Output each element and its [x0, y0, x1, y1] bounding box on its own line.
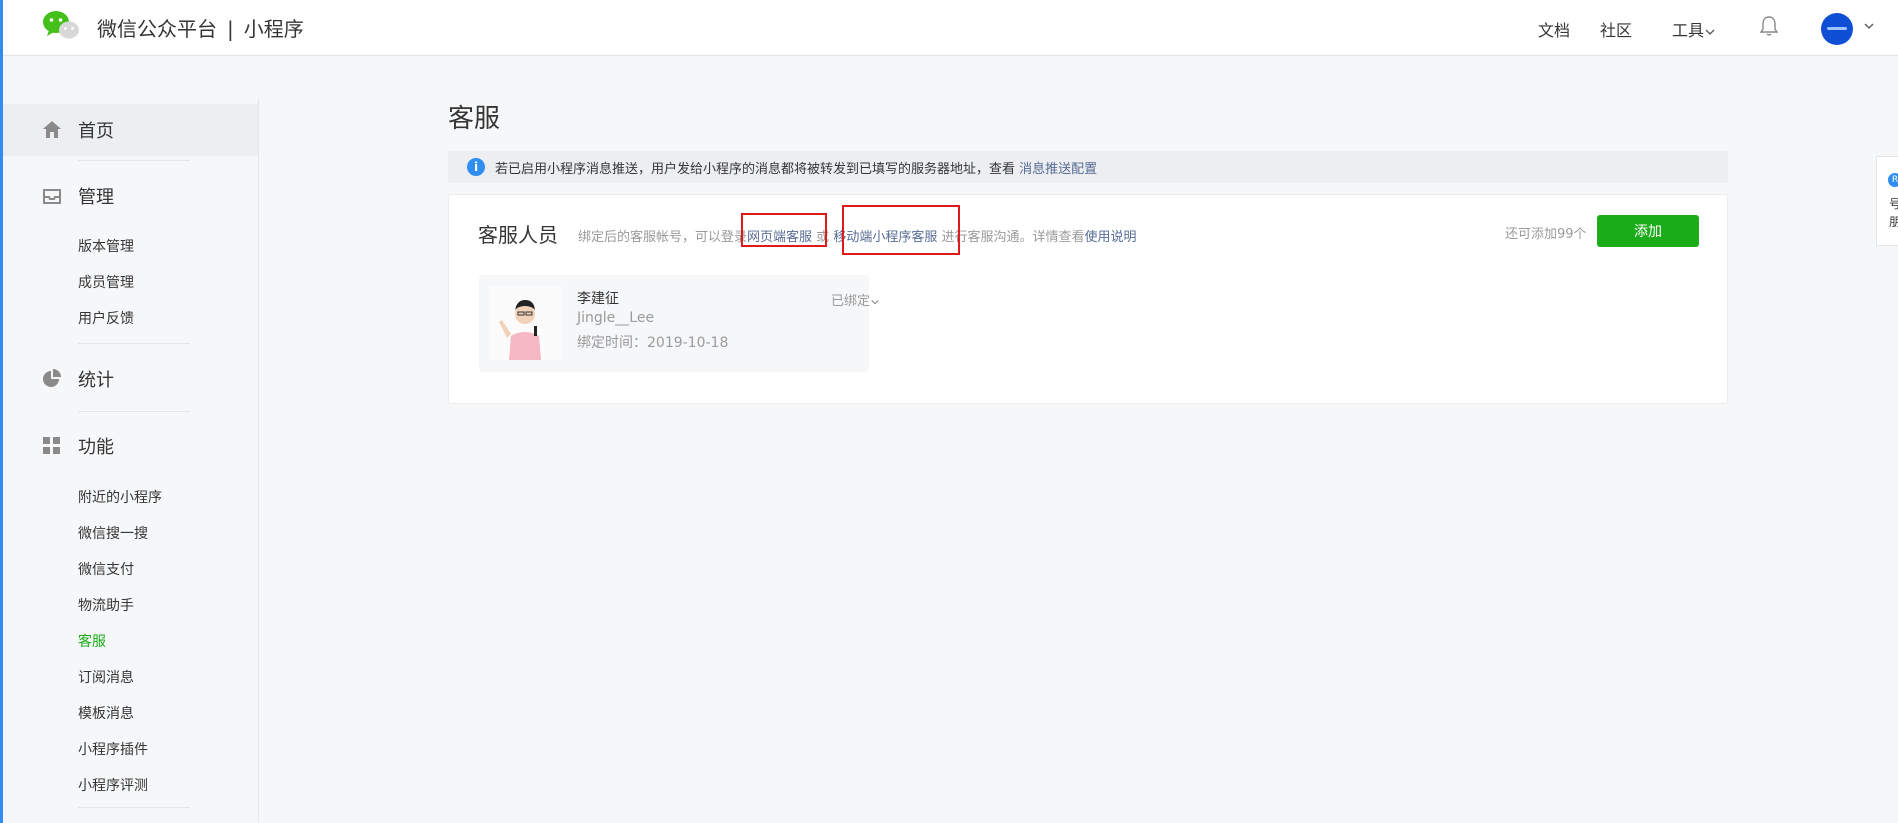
- nav-tools-menu[interactable]: 工具: [1672, 17, 1716, 41]
- bell-icon[interactable]: [1759, 15, 1779, 37]
- add-button[interactable]: 添加: [1597, 215, 1699, 247]
- brand-product: 小程序: [243, 17, 304, 41]
- highlight-box-mobile: [842, 205, 960, 255]
- customer-service-card: 客服人员 绑定后的客服帐号，可以登录网页端客服 或 移动端小程序客服 进行客服沟…: [448, 194, 1728, 404]
- chevron-down-icon: [1705, 29, 1715, 35]
- nav-community-link[interactable]: 社区: [1600, 17, 1632, 41]
- sidebar-item-version-manage[interactable]: 版本管理: [78, 236, 134, 256]
- notice-text: 若已启用小程序消息推送，用户发给小程序的消息都将被转发到已填写的服务器地址，查看: [495, 161, 1016, 177]
- sidebar-item-wechat-pay[interactable]: 微信支付: [78, 559, 134, 579]
- agent-bind-time: 绑定时间：2019-10-18: [577, 335, 729, 351]
- brand-name: 微信公众平台: [97, 17, 217, 41]
- page-title: 客服: [448, 104, 501, 134]
- top-bar: 微信公众平台 | 小程序 文档 社区 工具: [3, 0, 1898, 56]
- agent-status-label: 已绑定: [831, 294, 871, 309]
- brand-separator: |: [227, 17, 234, 41]
- grid-icon: [43, 437, 60, 454]
- card-title: 客服人员: [478, 223, 558, 247]
- pie-chart-icon: [43, 369, 61, 387]
- desc-mid: 进行客服沟通。详情查看: [941, 230, 1085, 245]
- sidebar-item-home[interactable]: 首页: [3, 104, 258, 156]
- info-icon: i: [467, 158, 485, 176]
- sidebar-divider: [78, 807, 190, 808]
- sidebar-item-user-feedback[interactable]: 用户反馈: [78, 308, 134, 328]
- wechat-logo-icon[interactable]: [41, 9, 81, 41]
- sidebar-item-subscribe-msg[interactable]: 订阅消息: [78, 667, 134, 687]
- agent-name: 李建征: [577, 291, 619, 307]
- sidebar-item-template-msg[interactable]: 模板消息: [78, 703, 134, 723]
- sidebar-manage-label: 管理: [78, 187, 114, 208]
- sidebar-divider: [78, 160, 190, 161]
- sidebar-item-features[interactable]: 功能: [3, 420, 258, 472]
- agent-wechat-id: Jingle__Lee: [577, 310, 655, 326]
- floating-tab-icon: R: [1888, 173, 1898, 187]
- highlight-box-web: [741, 213, 827, 247]
- inbox-icon: [43, 189, 61, 204]
- sidebar-divider: [78, 343, 190, 344]
- sidebar-item-member-manage[interactable]: 成员管理: [78, 272, 134, 292]
- sidebar-features-label: 功能: [78, 437, 114, 458]
- avatar-chevron-down-icon[interactable]: [1863, 20, 1875, 32]
- chevron-down-icon: [871, 299, 879, 304]
- nav-docs-link[interactable]: 文档: [1538, 17, 1570, 41]
- sidebar-item-plugins[interactable]: 小程序插件: [78, 739, 148, 759]
- sidebar-item-logistics[interactable]: 物流助手: [78, 595, 134, 615]
- agent-avatar: [489, 286, 561, 360]
- sidebar-item-manage[interactable]: 管理: [3, 170, 258, 222]
- sidebar-item-stats[interactable]: 统计: [3, 353, 258, 405]
- info-notice: i 若已启用小程序消息推送，用户发给小程序的消息都将被转发到已填写的服务器地址，…: [448, 151, 1728, 183]
- usage-help-link[interactable]: 使用说明: [1085, 230, 1137, 245]
- home-icon: [43, 121, 61, 138]
- sidebar-home-label: 首页: [78, 121, 114, 142]
- agent-status-dropdown[interactable]: 已绑定: [831, 290, 880, 309]
- sidebar: 首页 管理 版本管理 成员管理 用户反馈 统计 功能 附近的小程序 微信搜一搜 …: [3, 98, 259, 823]
- sidebar-item-review[interactable]: 小程序评测: [78, 775, 148, 795]
- message-push-config-link[interactable]: 消息推送配置: [1019, 158, 1097, 177]
- agent-item[interactable]: 李建征 Jingle__Lee 绑定时间：2019-10-18 已绑定: [479, 275, 879, 372]
- floating-side-tab[interactable]: R 号朋: [1876, 156, 1898, 246]
- desc-prefix: 绑定后的客服帐号，可以登录: [578, 230, 748, 245]
- sidebar-stats-label: 统计: [78, 370, 114, 391]
- sidebar-divider: [78, 411, 190, 412]
- floating-tab-text: 号朋: [1889, 197, 1898, 229]
- sidebar-item-customer-service[interactable]: 客服: [78, 631, 106, 651]
- brand-title[interactable]: 微信公众平台 | 小程序: [97, 13, 304, 42]
- remaining-count: 还可添加99个: [1505, 227, 1587, 242]
- nav-tools-label: 工具: [1672, 21, 1705, 40]
- sidebar-item-wechat-search[interactable]: 微信搜一搜: [78, 523, 148, 543]
- user-avatar[interactable]: [1821, 13, 1853, 45]
- sidebar-item-nearby[interactable]: 附近的小程序: [78, 487, 162, 507]
